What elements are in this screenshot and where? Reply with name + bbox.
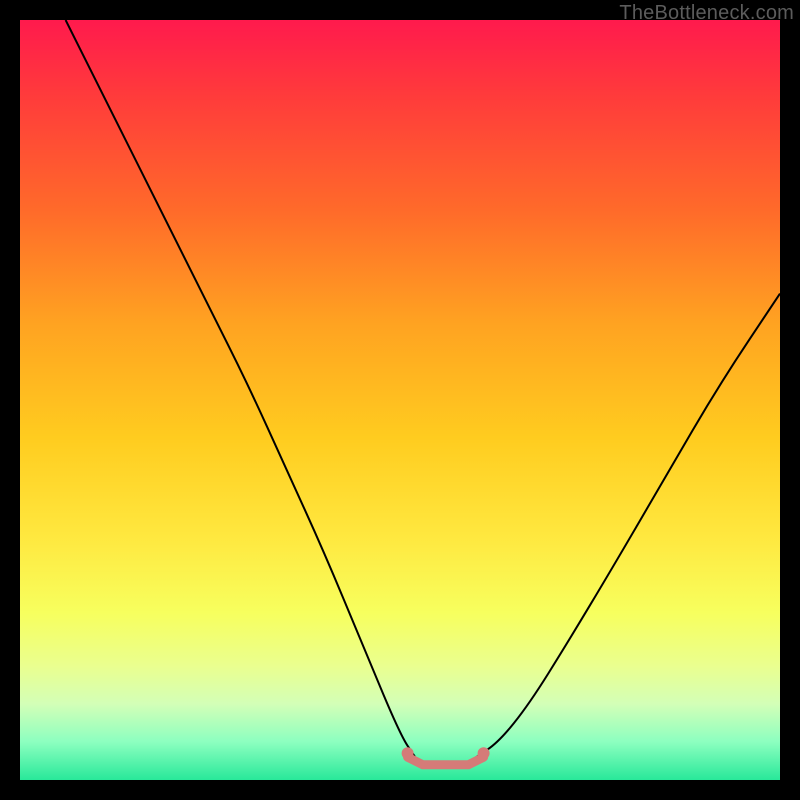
bottom-flat-segment	[408, 757, 484, 765]
curve-layer	[20, 20, 780, 780]
gradient-plot-area	[20, 20, 780, 780]
bottom-end-dot	[402, 747, 414, 759]
right-curve	[476, 294, 780, 758]
left-curve	[66, 20, 416, 757]
bottom-end-dot	[478, 747, 490, 759]
chart-frame: TheBottleneck.com	[0, 0, 800, 800]
bottom-markers	[402, 747, 490, 765]
